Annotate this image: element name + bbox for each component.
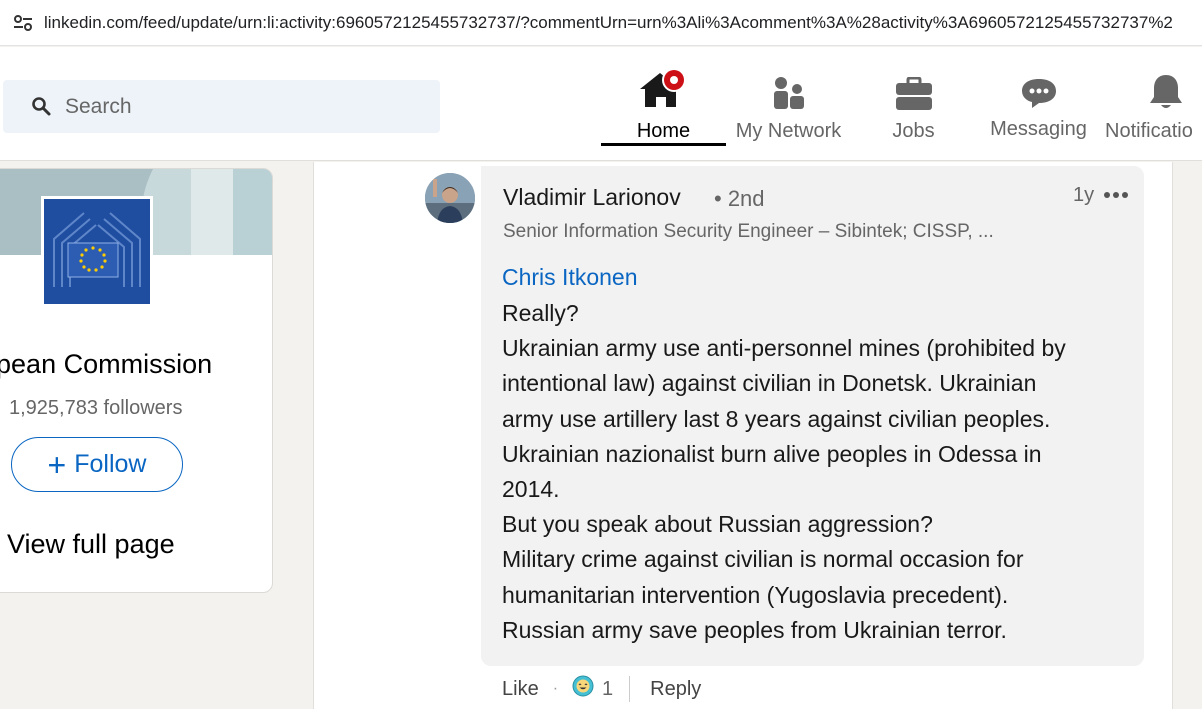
commenter-avatar[interactable]: [425, 173, 475, 223]
browser-url-bar[interactable]: linkedin.com/feed/update/urn:li:activity…: [0, 0, 1202, 46]
comment-line: 2014.: [502, 476, 560, 503]
follow-button[interactable]: + Follow: [11, 437, 183, 492]
search-icon: [31, 96, 53, 118]
nav-active-indicator: [601, 143, 726, 146]
company-name[interactable]: opean Commission: [0, 349, 272, 380]
reaction-count[interactable]: 1: [602, 678, 613, 701]
comment-line: intentional law) against civilian in Don…: [502, 370, 1037, 397]
nav-network-label: My Network: [735, 120, 842, 142]
separator-dot: ·: [552, 680, 559, 697]
bell-icon: [1105, 69, 1202, 111]
nav-jobs[interactable]: Jobs: [851, 69, 976, 161]
nav-messaging[interactable]: Messaging: [976, 69, 1101, 161]
company-followers: 1,925,783 followers: [9, 397, 183, 419]
search-input[interactable]: [65, 94, 425, 119]
comment-line: Ukrainian army use anti-personnel mines …: [502, 335, 1066, 362]
comment-line: But you speak about Russian aggression?: [502, 511, 933, 538]
nav-home[interactable]: Home: [601, 68, 726, 161]
plus-icon: +: [47, 446, 67, 483]
nav-messaging-label: Messaging: [990, 118, 1087, 140]
company-card: opean Commission 1,925,783 followers + F…: [0, 168, 273, 593]
funny-reaction-icon[interactable]: [572, 675, 594, 703]
follow-label: Follow: [74, 450, 147, 478]
like-button[interactable]: Like: [502, 678, 539, 701]
view-full-page-link[interactable]: View full page: [7, 529, 175, 560]
search-box[interactable]: [3, 80, 440, 133]
global-nav: Home My Network Jobs: [0, 47, 1202, 161]
comment-line: army use artillery last 8 years against …: [502, 405, 1051, 432]
home-icon: [638, 68, 690, 111]
reply-button[interactable]: Reply: [650, 678, 701, 701]
action-divider: [629, 676, 631, 702]
comment-actions: Like · 1 Reply: [502, 674, 701, 704]
more-options-icon[interactable]: [1102, 183, 1130, 207]
comment-line: Military crime against civilian is norma…: [502, 546, 1024, 573]
comment-text: Really? Ukrainian army use anti-personne…: [502, 296, 1132, 648]
comment-timestamp: 1y: [1073, 184, 1095, 206]
mentioned-user-link[interactable]: Chris Itkonen: [502, 264, 638, 291]
comment-line: Ukrainian nazionalist burn alive peoples…: [502, 440, 1042, 467]
nav-notifications[interactable]: Notificatio: [1101, 69, 1202, 161]
nav-jobs-label: Jobs: [892, 120, 935, 142]
nav-notifications-label: Notificatio: [1105, 120, 1193, 142]
people-icon: [771, 69, 807, 111]
comment-line: Really?: [502, 300, 579, 326]
url-text[interactable]: linkedin.com/feed/update/urn:li:activity…: [44, 13, 1173, 33]
connection-degree: • 2nd: [714, 186, 765, 211]
nav-home-label: Home: [636, 120, 691, 142]
comment-line: humanitarian intervention (Yugoslavia pr…: [502, 581, 1009, 608]
company-logo[interactable]: [41, 196, 153, 307]
nav-my-network[interactable]: My Network: [726, 69, 851, 161]
briefcase-icon: [895, 69, 933, 111]
site-info-icon[interactable]: [12, 12, 34, 34]
comment-line: Russian army save peoples from Ukrainian…: [502, 616, 1007, 643]
comment-author-name[interactable]: Vladimir Larionov: [503, 184, 681, 211]
chat-bubble-icon: [1020, 69, 1058, 109]
comment-author-headline: Senior Information Security Engineer – S…: [503, 221, 994, 242]
